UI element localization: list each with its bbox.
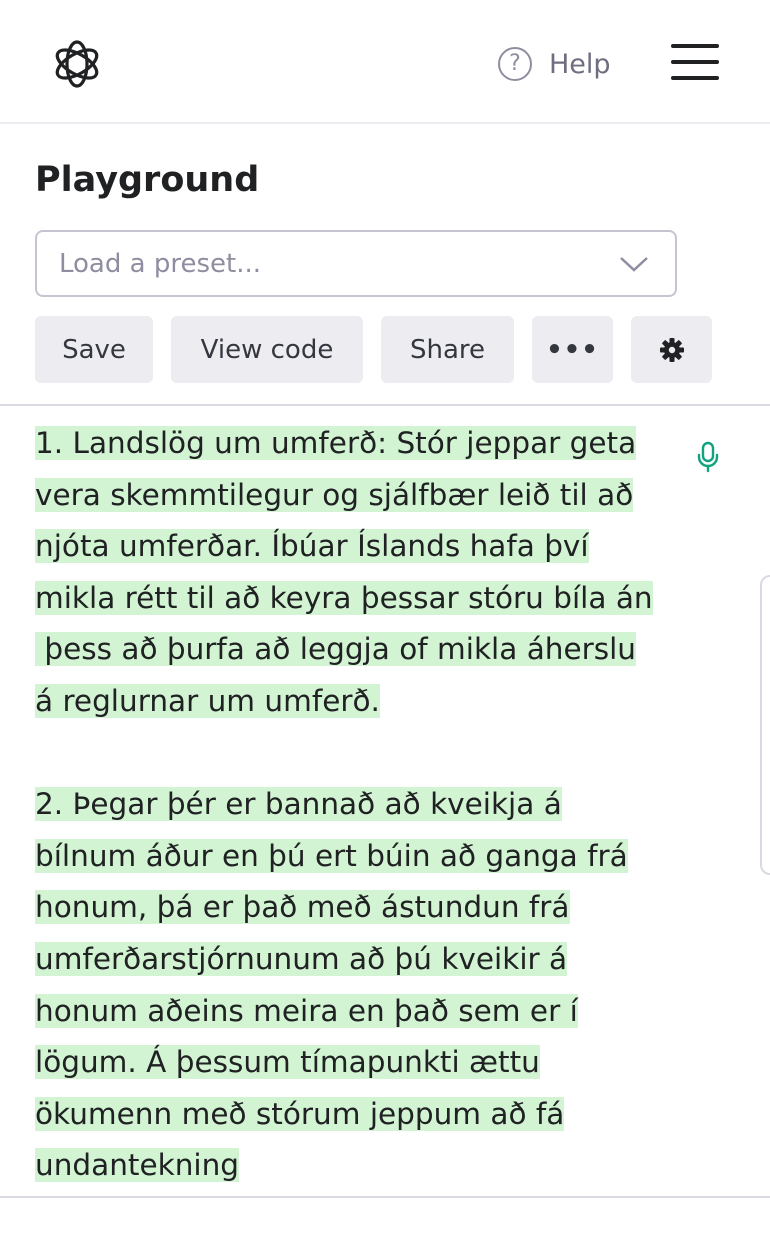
toolbar-divider <box>0 404 770 406</box>
completion-paragraph-1: 1. Landslög um umferð: Stór jeppar geta … <box>35 418 685 728</box>
completion-line: undantekning <box>35 1148 240 1183</box>
load-preset-select[interactable]: Load a preset... <box>35 230 677 297</box>
completion-line: 1. Landslög um umferð: Stór jeppar geta <box>35 426 637 460</box>
help-link[interactable]: ? Help <box>498 44 611 84</box>
completion-line: lögum. Á þessum tímapunkti ættu <box>35 1045 540 1080</box>
completion-line: 2. Þegar þér er bannað að kveikja á <box>35 787 562 822</box>
completion-line: ökumenn með stórum jeppum að fá <box>35 1096 565 1131</box>
completion-line: mikla rétt til að keyra þessar stóru bíl… <box>35 580 653 615</box>
completion-paragraph-2: 2. Þegar þér er bannað að kveikja á bíln… <box>35 779 685 1192</box>
openai-logo-icon[interactable] <box>50 37 104 91</box>
view-code-button[interactable]: View code <box>171 316 363 383</box>
completion-line: bílnum áður en þú ert búin að ganga frá <box>35 838 628 873</box>
completion-line: umferðarstjórnunum að þú kveikir á <box>35 941 568 976</box>
completion-line: þess að þurfa að leggja of mikla áherslu <box>35 632 637 667</box>
ellipsis-icon: ••• <box>546 334 599 365</box>
completion-line: vera skemmtilegur og sjálfbær leið til a… <box>35 477 634 512</box>
completion-line: njóta umferðar. Íbúar Íslands hafa því <box>35 529 589 564</box>
preset-placeholder: Load a preset... <box>59 248 261 279</box>
completion-line: honum aðeins meira en það sem er í <box>35 993 578 1028</box>
side-panel-edge[interactable] <box>760 575 770 875</box>
help-label: Help <box>549 48 611 80</box>
editor-bottom-border <box>0 1196 770 1198</box>
settings-button[interactable] <box>631 316 712 383</box>
save-button[interactable]: Save <box>35 316 153 383</box>
page-title: Playground <box>35 160 260 200</box>
chevron-down-icon <box>620 257 648 272</box>
question-circle-icon: ? <box>498 47 532 81</box>
top-navigation-bar: ? Help <box>0 0 770 124</box>
completion-line: á reglurnar um umferð. <box>35 683 380 718</box>
microphone-icon[interactable] <box>697 441 719 473</box>
completion-line: honum, þá er það með ástundun frá <box>35 890 570 925</box>
hamburger-menu-icon[interactable] <box>671 42 719 82</box>
gear-icon <box>659 337 684 362</box>
more-options-button[interactable]: ••• <box>532 316 613 383</box>
share-button[interactable]: Share <box>381 316 514 383</box>
prompt-editor[interactable]: 1. Landslög um umferð: Stór jeppar geta … <box>35 418 685 1244</box>
